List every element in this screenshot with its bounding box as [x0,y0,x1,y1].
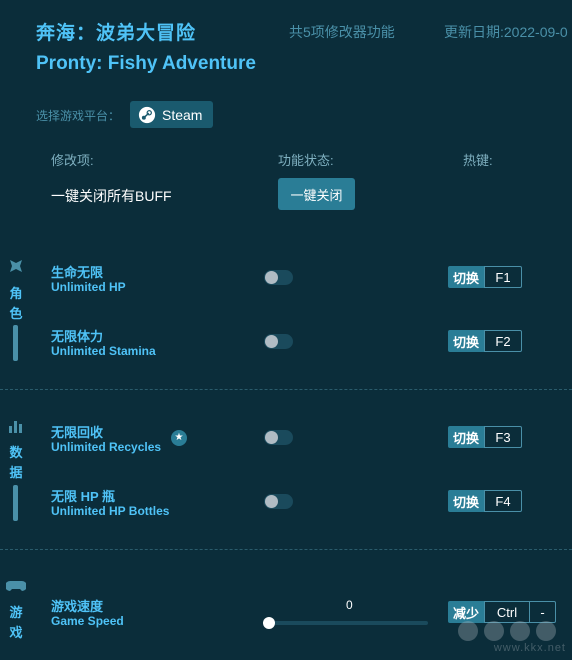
feature-count: 共5项修改器功能 [289,24,395,40]
game-speed-slider-track[interactable] [268,621,428,625]
stats-icon [9,421,22,433]
steam-icon [138,106,156,123]
category-label-data-text: 数据 [9,445,23,480]
watermark-logo: www.kkx.net [454,620,566,654]
hotkey-unlimited-recycles[interactable]: 切换 F3 [448,426,523,448]
category-bar [13,325,18,361]
section-divider [0,549,572,550]
steam-label: Steam [162,106,203,123]
hotkey-unlimited-hp-bottles[interactable]: 切换 F4 [448,490,523,512]
hotkey-key: F3 [484,426,523,448]
category-bar [13,485,18,521]
column-header-hotkey: 热键: [463,153,493,168]
item-name-en: Unlimited HP Bottles [51,504,170,518]
item-name-en: Unlimited Recycles [51,440,162,454]
hotkey-action: 切换 [448,426,485,448]
killall-label: 一键关闭所有BUFF [51,188,172,204]
item-name-cn: 生命无限 [51,265,104,280]
column-header-mod: 修改项: [51,153,94,168]
hotkey-action: 切换 [448,266,485,288]
hotkey-key: F1 [484,266,523,288]
toggle-unlimited-hp-bottles[interactable] [264,494,293,509]
toggle-unlimited-stamina[interactable] [264,334,293,349]
update-date: 更新日期:2022-09-0 [444,24,568,40]
item-name-en: Game Speed [51,614,124,628]
game-title-cn: 奔海：波弟大冒险 [36,23,197,44]
hotkey-action: 切换 [448,330,485,352]
item-name-cn: 游戏速度 [51,599,104,614]
toggle-knob [265,335,278,348]
killall-button[interactable]: 一键关闭 [278,178,355,210]
platform-label: 选择游戏平台： [36,109,121,123]
hotkey-unlimited-hp[interactable]: 切换 F1 [448,266,523,288]
category-label-character: 角色 [9,284,23,324]
watermark-text: www.kkx.net [493,642,566,654]
item-name-cn: 无限回收 [51,425,104,440]
watermark-icon [458,621,556,641]
game-title-en: Pronty: Fishy Adventure [36,53,256,74]
toggle-knob [265,495,278,508]
category-label-game: 游戏 [9,603,23,643]
game-speed-value: 0 [346,598,353,612]
toggle-knob [265,431,278,444]
item-name-en: Unlimited Stamina [51,344,156,358]
column-header-status: 功能状态: [278,153,334,168]
star-icon: ★ [171,430,187,446]
character-icon [10,260,22,272]
steam-platform-button[interactable]: Steam [130,101,213,128]
item-name-en: Unlimited HP [51,280,126,294]
hotkey-key: F2 [484,330,523,352]
category-label-data: 数据 [9,443,23,483]
hotkey-key: F4 [484,490,523,512]
hotkey-action: 切换 [448,490,485,512]
category-label-character-text: 角色 [9,286,23,321]
gamepad-icon [6,581,26,591]
toggle-unlimited-recycles[interactable] [264,430,293,445]
toggle-knob [265,271,278,284]
item-name-cn: 无限体力 [51,329,104,344]
game-speed-slider-thumb[interactable] [263,617,275,629]
item-name-cn: 无限 HP 瓶 [51,489,116,504]
category-label-game-text: 游戏 [9,605,23,640]
toggle-unlimited-hp[interactable] [264,270,293,285]
hotkey-unlimited-stamina[interactable]: 切换 F2 [448,330,523,352]
section-divider [0,389,572,390]
